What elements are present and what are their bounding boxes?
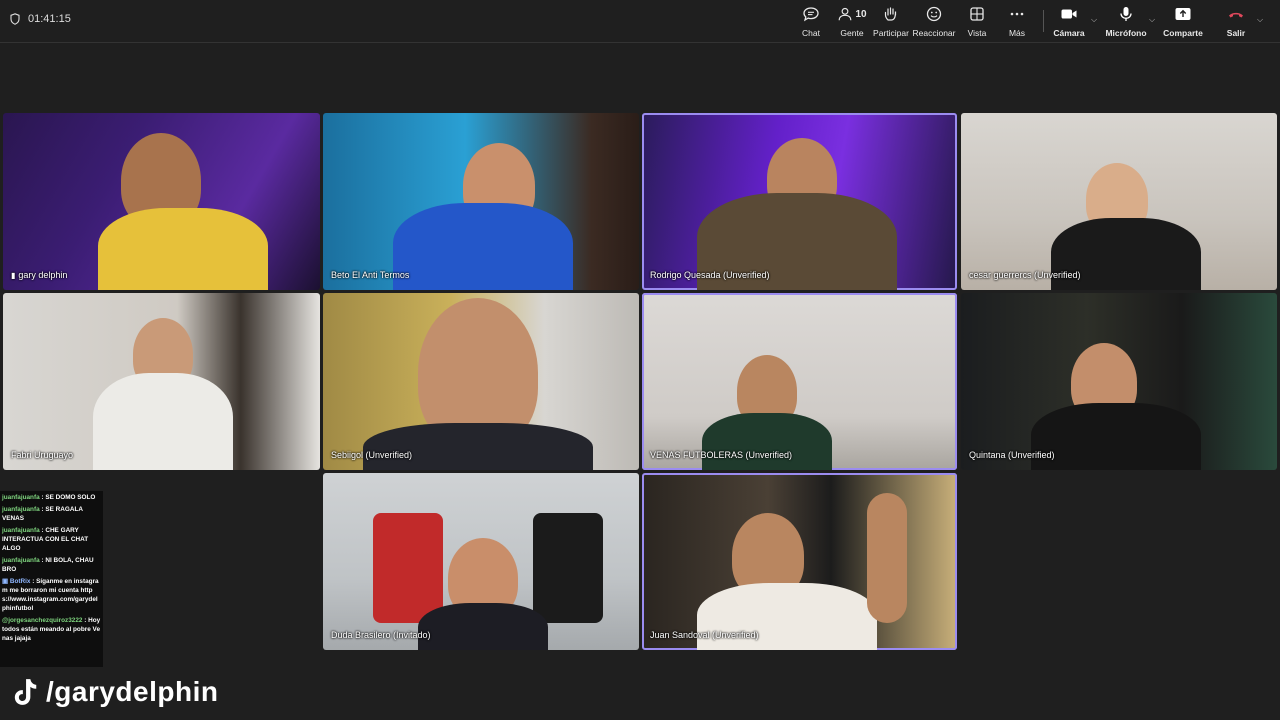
video-tile-sebiigol[interactable]: Sebiigol (Unverified) [323,293,639,470]
camera-options-chevron-icon[interactable]: ⌵ [1091,15,1097,25]
name-label: Quintana (Unverified) [969,450,1055,460]
participant-video [93,373,233,470]
hand-icon [884,7,897,21]
chat-label: Chat [802,28,820,38]
name-label: Sebiigol (Unverified) [331,450,413,460]
view-button[interactable]: Vista [965,6,989,38]
camera-button[interactable]: Cámara [1053,6,1085,38]
smile-icon [926,6,942,22]
share-button[interactable]: Comparte [1163,6,1203,38]
chat-username: juanfajuanfa [2,557,40,564]
leave-options-chevron-icon[interactable]: ⌵ [1257,15,1263,25]
chat-username: juanfajuanfa [2,527,40,534]
microphone-options-chevron-icon[interactable]: ⌵ [1149,15,1155,25]
participant-video [363,423,593,470]
participant-video [98,208,268,290]
chat-username: juanfajuanfa [2,506,40,513]
participant-video [702,413,832,470]
video-tile-quintana[interactable]: Quintana (Unverified) [961,293,1277,470]
share-label: Comparte [1163,28,1203,38]
shield-icon [10,13,20,25]
video-tile-duda-brasilero[interactable]: Duda Brasilero (Invitado) [323,473,639,650]
raise-label: Participar [873,28,909,38]
toolbar-divider [1043,10,1044,32]
chat-message: @jorgesanchezquiroz3222 : Hoy todos está… [2,616,101,643]
leave-label: Salir [1226,28,1246,38]
video-tile-cesar[interactable]: cesar guerrercs (Unverified) [961,113,1277,290]
name-label: cesar guerrercs (Unverified) [969,270,1081,280]
microphone-label: Micrófono [1105,28,1147,38]
leave-button[interactable]: Salir [1224,6,1248,38]
chat-message: juanfajuanfa : CHE GARY INTERACTUA CON E… [2,526,101,553]
timer-text: 01:41:15 [28,13,71,25]
chat-username: @jorgesanchezquiroz3222 [2,617,83,624]
raise-hand-button[interactable]: Participar [873,6,909,38]
people-button[interactable]: 10 Gente [838,6,867,38]
tiktok-watermark: /garydelphin [12,676,218,708]
chat-message: juanfajuanfa : NI BOLA, CHAU BRO [2,556,101,574]
participant-video [1031,403,1201,470]
chat-username: BotRix [9,578,31,585]
participant-name: gary delphin [18,270,68,280]
chat-message: juanfajuanfa : SE DOMO SOLO [2,493,101,502]
bot-badge-icon: ▣ [2,578,9,585]
meeting-timer: 01:41:15 [10,13,71,25]
microphone-icon [1120,7,1132,21]
participant-video [393,203,573,290]
tiktok-logo-icon [14,679,37,705]
grid-view-icon [970,7,984,21]
chat-message: ▣ BotRix : Síganme en instagram me borra… [2,577,101,613]
watermark-handle: /garydelphin [46,676,219,707]
camera-icon [1061,9,1077,19]
name-label: ▮ gary delphin [11,270,67,280]
participant-video [373,513,443,623]
video-tile-beto[interactable]: Beto El Anti Termos [323,113,639,290]
meeting-toolbar: 01:41:15 Chat 10 Gente Participar Reacci… [0,0,1280,43]
people-icon [839,7,852,21]
more-button[interactable]: Más [1005,6,1029,38]
view-label: Vista [967,28,987,38]
chat-text: : SE DOMO SOLO [41,494,96,501]
react-label: Reaccionar [912,28,956,38]
microphone-button[interactable]: Micrófono [1105,6,1147,38]
name-label: Beto El Anti Termos [331,270,410,280]
name-label: Fabri Uruguayo [11,450,74,460]
people-count: 10 [855,8,867,20]
video-tile-gary-delphin[interactable]: ▮ gary delphin [3,113,320,290]
chat-message: juanfajuanfa : SE RAGALA VENAS [2,505,101,523]
people-label: Gente [840,28,864,38]
participant-video [533,513,603,623]
participant-video [867,493,907,623]
camera-label: Cámara [1053,28,1085,38]
video-tile-fabri-uruguayo[interactable]: Fabri Uruguayo [3,293,320,470]
name-label: Duda Brasilero (Invitado) [331,630,431,640]
chat-username: juanfajuanfa [2,494,40,501]
video-tile-rodrigo-quesada[interactable]: Rodrigo Quesada (Unverified) [642,113,957,290]
name-label: Rodrigo Quesada (Unverified) [650,270,770,280]
more-dots-icon [1010,12,1024,16]
name-label: Juan Sandoval (Unverified) [650,630,759,640]
chat-icon [803,7,819,22]
hang-up-phone-icon [1229,12,1243,18]
video-tile-venas-futboleras[interactable]: VENAS FUTBOLERAS (Unverified) [642,293,957,470]
more-label: Más [1008,28,1026,38]
video-tile-juan-sandoval[interactable]: Juan Sandoval (Unverified) [642,473,957,650]
stream-chat-overlay: juanfajuanfa : SE DOMO SOLO juanfajuanfa… [0,491,103,667]
signal-bars-icon: ▮ [11,271,16,280]
react-button[interactable]: Reaccionar [912,6,956,38]
share-screen-icon [1175,8,1191,20]
name-label: VENAS FUTBOLERAS (Unverified) [650,450,793,460]
chat-button[interactable]: Chat [799,6,823,38]
participant-video [418,603,548,650]
